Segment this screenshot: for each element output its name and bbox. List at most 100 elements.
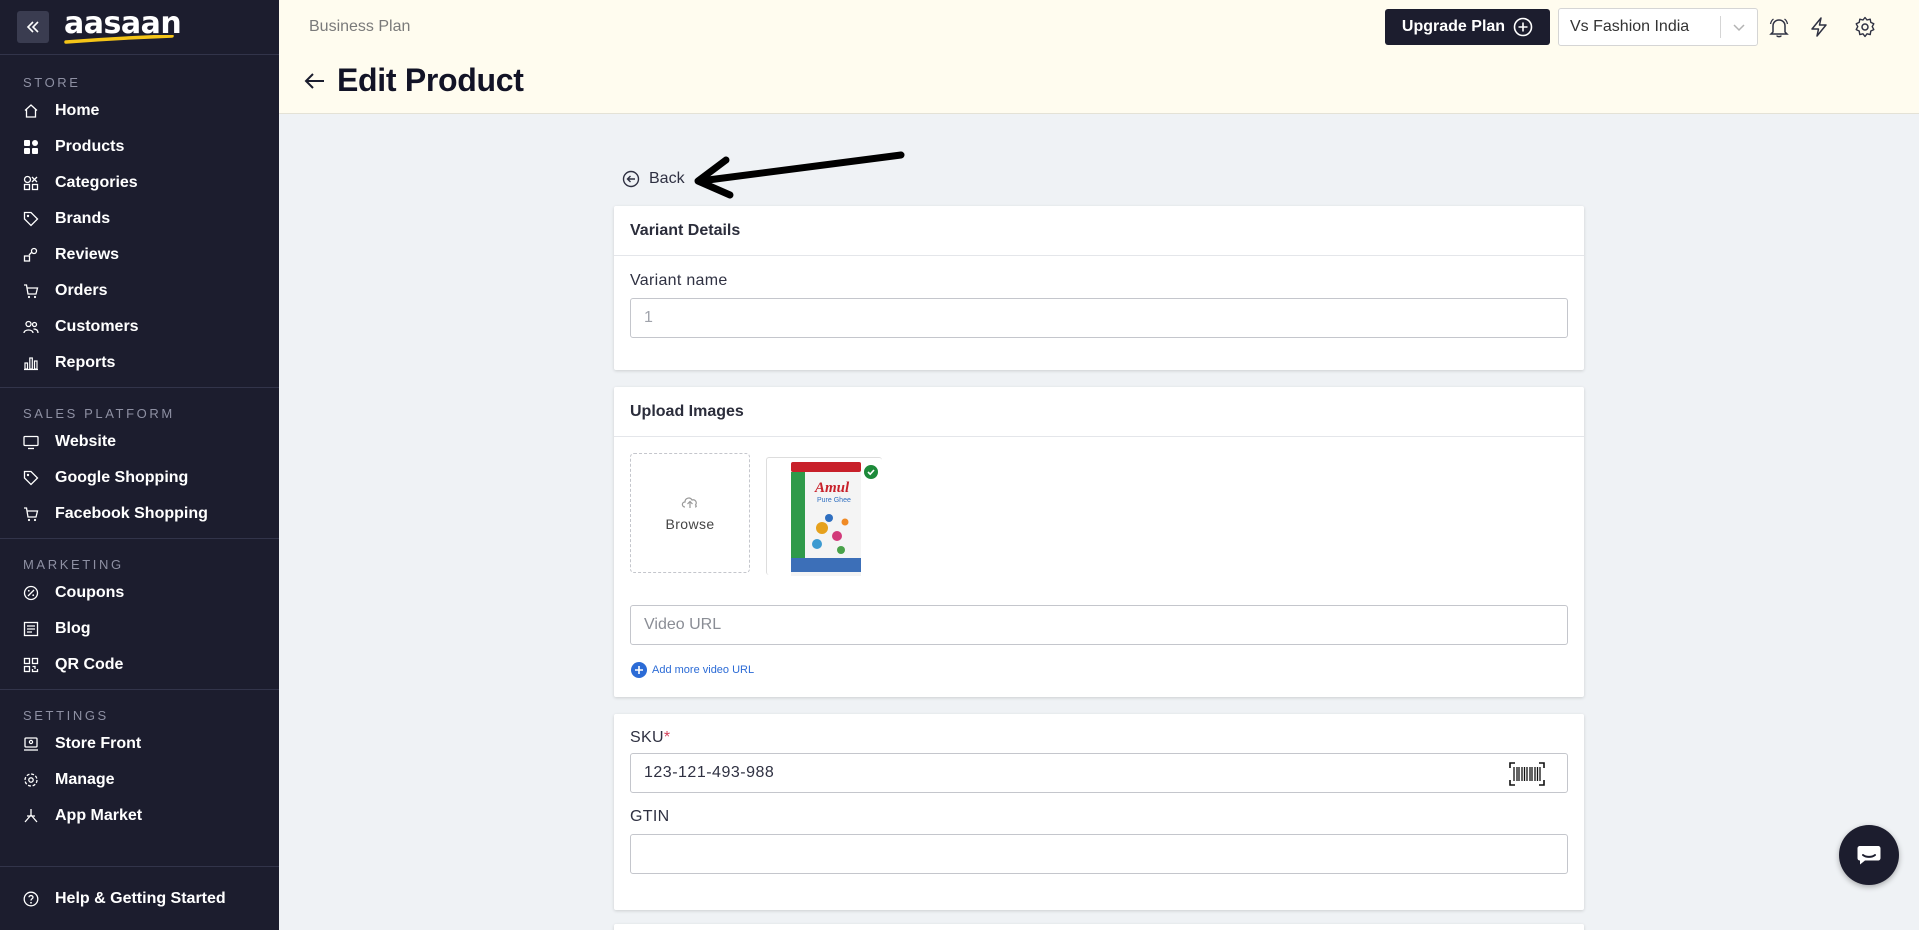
sidebar-section-sales-platform: SALES PLATFORM Website Google Shopping F… [0,388,279,539]
top-header: Business Plan Edit Product Upgrade Plan … [279,0,1919,114]
sidebar-item-app-market[interactable]: App Market [0,798,279,834]
back-label: Back [649,170,685,187]
gtin-label: GTIN [630,808,670,825]
upgrade-plan-button[interactable]: Upgrade Plan [1385,9,1550,45]
help-link[interactable]: Help & Getting Started [0,866,279,930]
back-link[interactable]: Back [622,170,685,188]
sidebar-item-store-front[interactable]: Store Front [0,726,279,762]
add-video-label: Add more video URL [652,664,755,676]
cart-icon [23,506,39,522]
sidebar-item-facebook-shopping[interactable]: Facebook Shopping [0,496,279,532]
logo-swoosh [64,35,174,44]
sidebar-item-categories[interactable]: Categories [0,165,279,201]
sidebar-item-website[interactable]: Website [0,424,279,460]
coupon-icon [23,585,39,601]
sidebar-item-label: Coupons [55,584,125,601]
browse-upload-button[interactable]: Browse [630,453,750,573]
sidebar-item-label: Categories [55,174,138,191]
sidebar-section-store: STORE Home Products Categories Brands Re… [0,55,279,388]
sidebar-section-settings: SETTINGS Store Front Manage App Market [0,690,279,840]
check-icon [867,469,875,476]
help-icon [23,891,39,907]
upgrade-label: Upgrade Plan [1401,18,1506,35]
video-url-input[interactable]: Video URL [630,605,1568,645]
sidebar-item-reviews[interactable]: Reviews [0,237,279,273]
required-asterisk: * [663,729,671,746]
sidebar-heading: SALES PLATFORM [23,406,175,421]
next-card [614,924,1584,930]
chat-icon [1857,846,1881,865]
chevron-down-icon [1721,20,1757,34]
card-title: Variant Details [614,206,1584,256]
sku-label: SKU [630,729,664,746]
video-url-placeholder: Video URL [644,616,722,633]
sidebar-item-label: Manage [55,771,115,788]
barcode-scan-icon[interactable] [1509,762,1545,786]
plus-circle-icon [631,662,647,678]
sidebar-item-google-shopping[interactable]: Google Shopping [0,460,279,496]
sidebar-item-label: App Market [55,807,143,824]
sidebar-item-label: Blog [55,620,91,637]
variant-details-card: Variant Details Variant name 1 [614,206,1584,370]
gear-icon[interactable] [1853,15,1877,39]
double-chevron-left-icon [26,21,39,33]
sidebar-item-label: Website [55,433,117,450]
sidebar-header: aasaan [0,0,279,55]
sidebar-item-label: Reports [55,354,116,371]
sidebar-item-qr-code[interactable]: QR Code [0,647,279,683]
page-title-row: Edit Product [303,62,524,99]
sidebar-item-coupons[interactable]: Coupons [0,575,279,611]
chat-button[interactable] [1839,825,1899,885]
sidebar-item-blog[interactable]: Blog [0,611,279,647]
sidebar-item-label: Home [55,102,100,119]
sidebar-heading: STORE [23,75,81,90]
sidebar-item-label: Google Shopping [55,469,189,486]
sku-value: 123-121-493-988 [644,764,775,781]
sidebar-item-customers[interactable]: Customers [0,309,279,345]
blog-icon [23,621,39,637]
gear-icon [23,772,39,788]
add-more-video-url-link[interactable]: Add more video URL [631,662,754,678]
monitor-icon [23,434,39,450]
plus-circle-icon [1513,17,1533,37]
tag-icon [23,470,39,486]
grid-icon [23,139,39,155]
sidebar-heading: SETTINGS [23,708,109,723]
store-select[interactable]: Vs Fashion India [1558,8,1758,46]
sidebar-section-marketing: MARKETING Coupons Blog QR Code [0,539,279,690]
card-title: Upload Images [614,387,1584,437]
product-image-sublabel: Pure Ghee [817,497,851,504]
lightning-icon[interactable] [1807,15,1831,39]
sidebar-item-label: Store Front [55,735,142,752]
sidebar-item-reports[interactable]: Reports [0,345,279,381]
sidebar-item-label: Brands [55,210,111,227]
sidebar-item-label: QR Code [55,656,124,673]
product-image-label: Amul [815,480,850,496]
sidebar-item-manage[interactable]: Manage [0,762,279,798]
cart-icon [23,283,39,299]
sidebar-item-orders[interactable]: Orders [0,273,279,309]
sidebar-item-home[interactable]: Home [0,93,279,129]
collapse-sidebar-button[interactable] [17,11,49,43]
sidebar-item-brands[interactable]: Brands [0,201,279,237]
selected-check-badge [862,463,880,481]
qr-icon [23,657,39,673]
aasaan-logo[interactable]: aasaan [64,5,182,49]
variant-name-label: Variant name [630,272,728,289]
back-arrow-icon[interactable] [303,69,327,93]
users-icon [23,319,39,335]
gtin-input[interactable] [630,834,1568,874]
bar-chart-icon [23,355,39,371]
sku-input[interactable]: 123-121-493-988 [630,753,1568,793]
variant-name-input[interactable]: 1 [630,298,1568,338]
sku-label-row: SKU* [614,729,1584,747]
variant-name-placeholder: 1 [644,309,653,326]
sidebar-item-label: Facebook Shopping [55,505,208,522]
reviews-icon [23,247,39,263]
storefront-icon [23,736,39,752]
browse-label: Browse [665,516,715,532]
plan-label: Business Plan [309,18,411,35]
bell-icon[interactable] [1767,15,1791,39]
page-title: Edit Product [337,62,524,98]
sidebar-item-products[interactable]: Products [0,129,279,165]
